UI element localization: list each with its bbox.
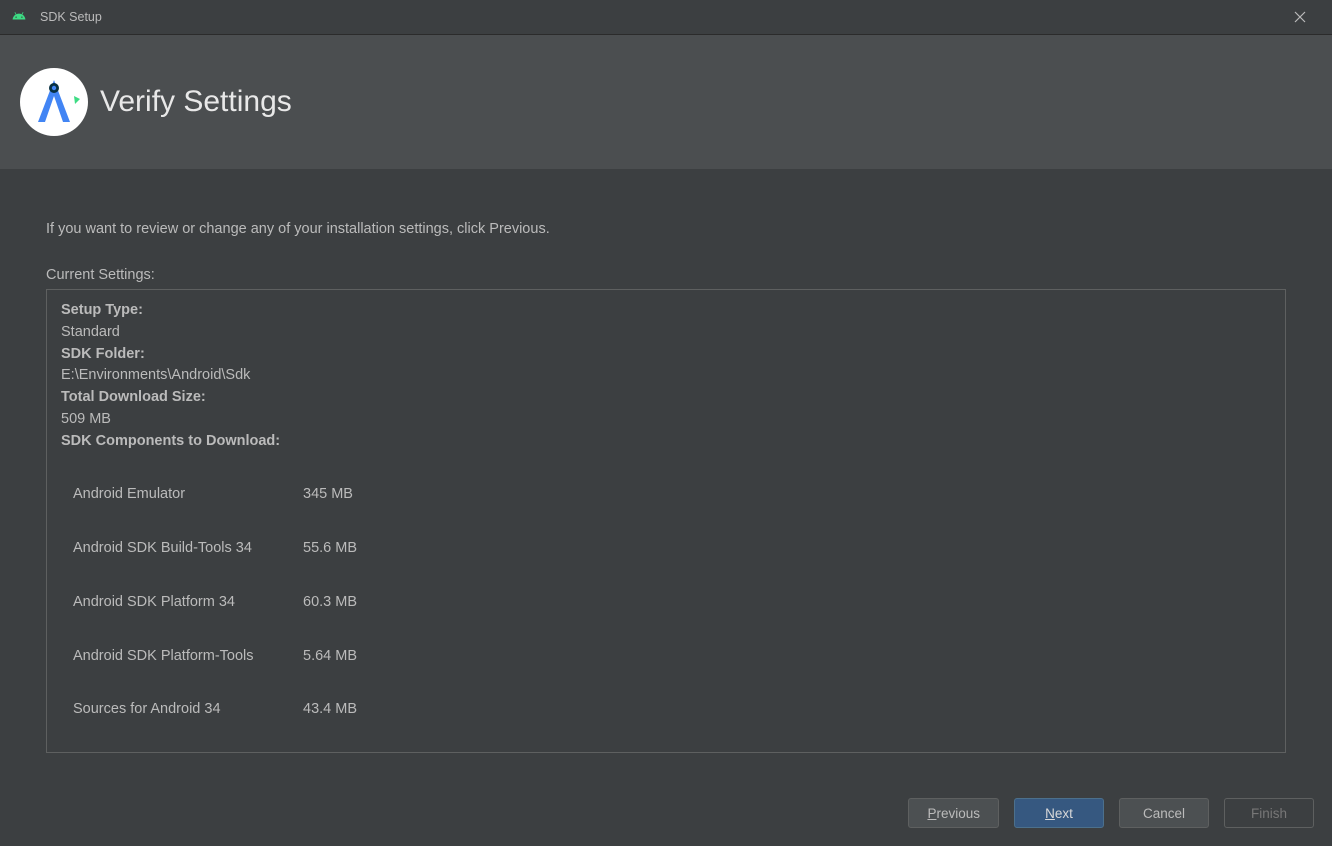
page-title: Verify Settings <box>100 85 292 119</box>
component-name: Android Emulator <box>73 484 303 506</box>
content-area: If you want to review or change any of y… <box>0 169 1332 753</box>
sdk-folder-value: E:\Environments\Android\Sdk <box>61 365 1271 387</box>
finish-button: Finish <box>1224 798 1314 828</box>
setup-type-value: Standard <box>61 322 1271 344</box>
component-size: 43.4 MB <box>303 699 403 721</box>
components-table: Android Emulator 345 MB Android SDK Buil… <box>61 484 1271 721</box>
component-size: 60.3 MB <box>303 592 403 614</box>
window-title: SDK Setup <box>40 10 1280 24</box>
settings-panel: Setup Type: Standard SDK Folder: E:\Envi… <box>46 289 1286 753</box>
component-size: 345 MB <box>303 484 403 506</box>
component-row: Android SDK Platform-Tools 5.64 MB <box>61 646 1271 668</box>
component-name: Android SDK Platform 34 <box>73 592 303 614</box>
android-icon <box>12 9 26 26</box>
components-label: SDK Components to Download: <box>61 431 1271 453</box>
total-size-label: Total Download Size: <box>61 387 1271 409</box>
cancel-button[interactable]: Cancel <box>1119 798 1209 828</box>
component-name: Sources for Android 34 <box>73 699 303 721</box>
component-size: 55.6 MB <box>303 538 403 560</box>
close-button[interactable] <box>1280 0 1320 35</box>
setup-type-label: Setup Type: <box>61 300 1271 322</box>
titlebar: SDK Setup <box>0 0 1332 35</box>
component-name: Android SDK Platform-Tools <box>73 646 303 668</box>
sdk-folder-label: SDK Folder: <box>61 344 1271 366</box>
total-size-value: 509 MB <box>61 409 1271 431</box>
component-row: Android Emulator 345 MB <box>61 484 1271 506</box>
component-row: Android SDK Build-Tools 34 55.6 MB <box>61 538 1271 560</box>
header-banner: Verify Settings <box>0 35 1332 169</box>
component-size: 5.64 MB <box>303 646 403 668</box>
wizard-footer: Previous Next Cancel Finish <box>908 798 1314 828</box>
android-studio-logo-icon <box>18 66 90 138</box>
previous-button[interactable]: Previous <box>908 798 999 828</box>
instruction-text: If you want to review or change any of y… <box>46 221 1286 237</box>
component-name: Android SDK Build-Tools 34 <box>73 538 303 560</box>
component-row: Android SDK Platform 34 60.3 MB <box>61 592 1271 614</box>
current-settings-label: Current Settings: <box>46 267 1286 283</box>
component-row: Sources for Android 34 43.4 MB <box>61 699 1271 721</box>
next-button[interactable]: Next <box>1014 798 1104 828</box>
